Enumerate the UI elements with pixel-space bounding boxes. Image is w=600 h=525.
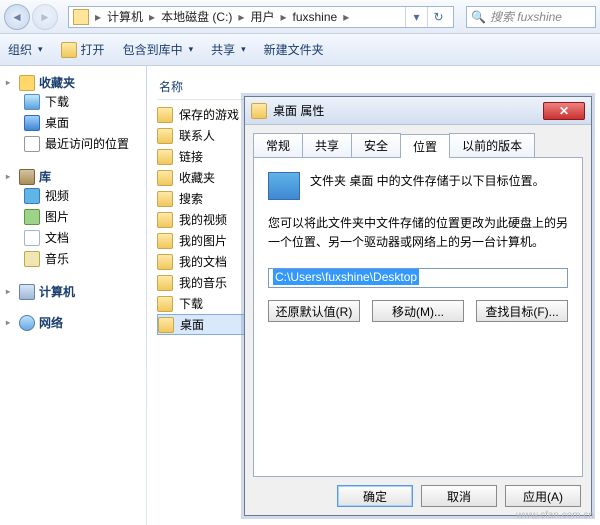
folder-icon <box>157 170 173 186</box>
toolbar-include[interactable]: 包含到库中 <box>123 41 194 58</box>
tab-strip: 常规 共享 安全 位置 以前的版本 <box>245 125 591 157</box>
crumb-fuxshine[interactable]: fuxshine <box>288 10 341 24</box>
collapse-icon: ▸ <box>6 287 15 296</box>
location-path-input[interactable]: C:\Users\fuxshine\Desktop <box>268 268 568 288</box>
picture-icon <box>24 209 40 225</box>
folder-icon <box>73 9 89 25</box>
location-description-1: 文件夹 桌面 中的文件存储于以下目标位置。 <box>310 172 545 191</box>
crumb-computer[interactable]: 计算机 <box>103 8 147 25</box>
tab-security[interactable]: 安全 <box>351 133 401 157</box>
download-icon <box>24 94 40 110</box>
toolbar-newfolder[interactable]: 新建文件夹 <box>264 41 324 58</box>
ok-button[interactable]: 确定 <box>337 485 413 507</box>
search-icon: 🔍 <box>471 10 486 24</box>
location-description-2: 您可以将此文件夹中文件存储的位置更改为此硬盘上的另一个位置、另一个驱动器或网络上… <box>268 214 568 252</box>
refresh-icon[interactable]: ↻ <box>427 7 449 27</box>
folder-icon <box>157 128 173 144</box>
toolbar-open[interactable]: 打开 <box>61 41 105 58</box>
tab-sharing[interactable]: 共享 <box>302 133 352 157</box>
tab-previous[interactable]: 以前的版本 <box>449 133 535 157</box>
desktop-icon <box>24 115 40 131</box>
search-input[interactable]: 🔍 搜索 fuxshine <box>466 6 596 28</box>
properties-dialog: 桌面 属性 ✕ 常规 共享 安全 位置 以前的版本 文件夹 桌面 中的文件存储于… <box>244 96 592 516</box>
chevron-right-icon: ▸ <box>93 10 103 24</box>
sidebar-item-desktop[interactable]: 桌面 <box>6 112 140 133</box>
music-icon <box>24 251 40 267</box>
find-target-button[interactable]: 查找目标(F)... <box>476 300 568 322</box>
toolbar-share[interactable]: 共享 <box>211 41 246 58</box>
sidebar-computer[interactable]: ▸计算机 <box>6 283 140 300</box>
folder-icon <box>157 254 173 270</box>
folder-icon <box>157 107 173 123</box>
folder-icon <box>157 275 173 291</box>
close-button[interactable]: ✕ <box>543 102 585 120</box>
chevron-right-icon: ▸ <box>278 10 288 24</box>
computer-icon <box>19 284 35 300</box>
tab-panel-location: 文件夹 桌面 中的文件存储于以下目标位置。 您可以将此文件夹中文件存储的位置更改… <box>253 157 583 477</box>
library-icon <box>19 169 35 185</box>
apply-button[interactable]: 应用(A) <box>505 485 581 507</box>
chevron-right-icon: ▸ <box>147 10 157 24</box>
restore-default-button[interactable]: 还原默认值(R) <box>268 300 360 322</box>
toolbar: 组织 打开 包含到库中 共享 新建文件夹 <box>0 34 600 66</box>
dialog-titlebar[interactable]: 桌面 属性 ✕ <box>245 97 591 125</box>
sidebar-item-pictures[interactable]: 图片 <box>6 206 140 227</box>
forward-button[interactable]: ► <box>32 4 58 30</box>
sidebar-item-downloads[interactable]: 下载 <box>6 91 140 112</box>
collapse-icon: ▸ <box>6 172 15 181</box>
video-icon <box>24 188 40 204</box>
dialog-title: 桌面 属性 <box>273 102 324 119</box>
sidebar-item-recent[interactable]: 最近访问的位置 <box>6 133 140 154</box>
folder-icon <box>157 296 173 312</box>
folder-icon <box>157 212 173 228</box>
star-icon <box>19 75 35 91</box>
cancel-button[interactable]: 取消 <box>421 485 497 507</box>
sidebar-item-videos[interactable]: 视频 <box>6 185 140 206</box>
chevron-right-icon: ▸ <box>236 10 246 24</box>
sidebar-libraries[interactable]: ▸库 <box>6 168 140 185</box>
collapse-icon: ▸ <box>6 78 15 87</box>
folder-icon <box>157 233 173 249</box>
sidebar-favorites[interactable]: ▸收藏夹 <box>6 74 140 91</box>
folder-icon <box>251 103 267 119</box>
folder-icon <box>157 149 173 165</box>
tab-location[interactable]: 位置 <box>400 134 450 158</box>
toolbar-organize[interactable]: 组织 <box>8 41 43 58</box>
desktop-icon <box>268 172 300 200</box>
dropdown-icon[interactable]: ▾ <box>405 7 427 27</box>
folder-icon <box>157 191 173 207</box>
sidebar: ▸收藏夹 下载 桌面 最近访问的位置 ▸库 视频 图片 文档 音乐 ▸计算机 ▸… <box>0 66 146 525</box>
address-bar: ◄ ► ▸ 计算机 ▸ 本地磁盘 (C:) ▸ 用户 ▸ fuxshine ▸ … <box>0 0 600 34</box>
network-icon <box>19 315 35 331</box>
sidebar-item-documents[interactable]: 文档 <box>6 227 140 248</box>
back-button[interactable]: ◄ <box>4 4 30 30</box>
crumb-users[interactable]: 用户 <box>246 8 278 25</box>
crumb-drive-c[interactable]: 本地磁盘 (C:) <box>157 8 236 25</box>
open-icon <box>61 42 77 58</box>
recent-icon <box>24 136 40 152</box>
folder-icon <box>158 317 174 333</box>
sidebar-item-music[interactable]: 音乐 <box>6 248 140 269</box>
breadcrumb[interactable]: ▸ 计算机 ▸ 本地磁盘 (C:) ▸ 用户 ▸ fuxshine ▸ ▾ ↻ <box>68 6 454 28</box>
search-placeholder: 搜索 fuxshine <box>490 8 562 25</box>
tab-general[interactable]: 常规 <box>253 133 303 157</box>
watermark: www.cfan.com.cn <box>516 510 594 521</box>
move-button[interactable]: 移动(M)... <box>372 300 464 322</box>
chevron-right-icon: ▸ <box>341 10 351 24</box>
sidebar-network[interactable]: ▸网络 <box>6 314 140 331</box>
document-icon <box>24 230 40 246</box>
collapse-icon: ▸ <box>6 318 15 327</box>
